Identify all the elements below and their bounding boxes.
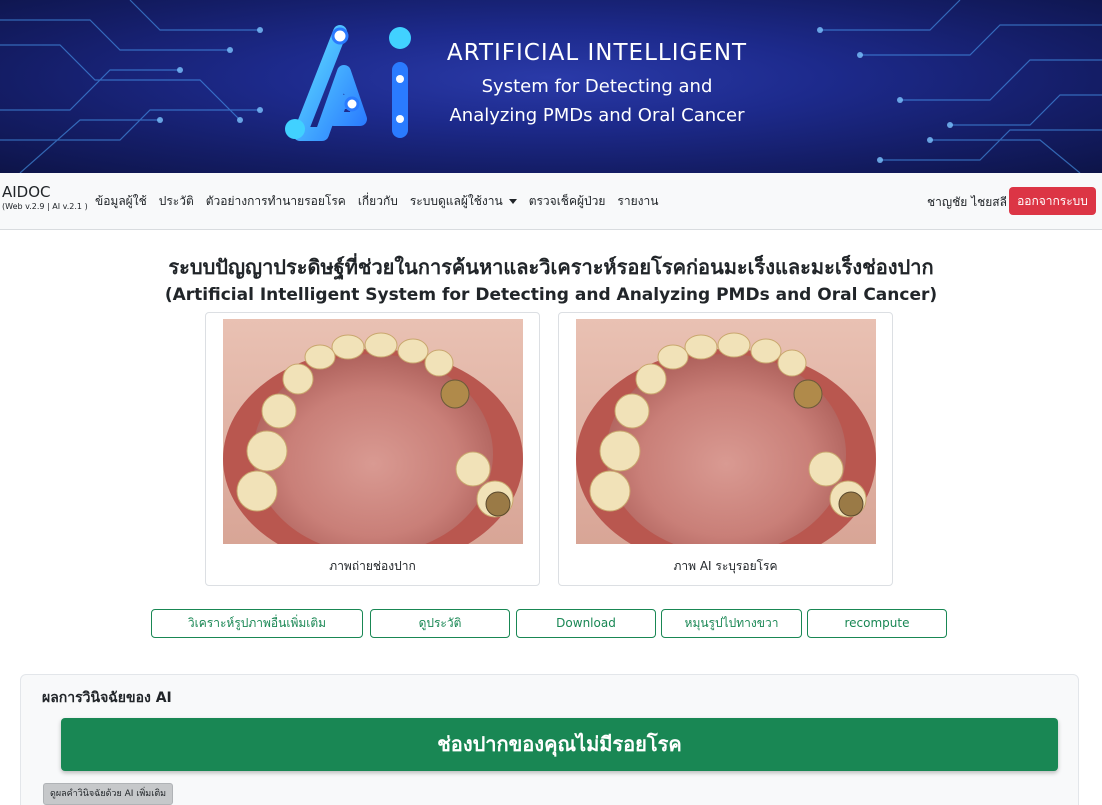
- header-banner: ARTIFICIAL INTELLIGENT System for Detect…: [0, 0, 1102, 173]
- image-caption-original: ภาพถ่ายช่องปาก: [329, 559, 416, 573]
- page-subtitle: (Artificial Intelligent System for Detec…: [164, 285, 938, 305]
- page-title: ระบบปัญญาประดิษฐ์ที่ช่วยในการค้นหาและวิเ…: [168, 255, 934, 279]
- nav-item-patient-check[interactable]: ตรวจเช็คผู้ป่วย: [529, 192, 606, 211]
- logout-button[interactable]: ออกจากระบบ: [1009, 187, 1096, 215]
- banner-title: ARTIFICIAL INTELLIGENT: [446, 40, 748, 66]
- nav-item-prediction-examples[interactable]: ตัวอย่างการทำนายรอยโรค: [206, 192, 346, 211]
- nav-item-report[interactable]: รายงาน: [617, 192, 658, 211]
- recompute-button[interactable]: recompute: [807, 609, 947, 638]
- image-caption-ai: ภาพ AI ระบุรอยโรค: [673, 559, 778, 573]
- nav-item-user-info[interactable]: ข้อมูลผู้ใช้: [95, 192, 147, 211]
- rotate-right-button[interactable]: หมุนรูปไปทางขวา: [661, 609, 802, 638]
- caret-down-icon: [508, 199, 517, 204]
- image-card-original: ภาพถ่ายช่องปาก: [205, 312, 540, 586]
- oral-photo-original[interactable]: [223, 319, 523, 544]
- result-title: ผลการวินิจฉัยของ AI: [42, 690, 172, 706]
- download-button[interactable]: Download: [516, 609, 656, 638]
- banner-subtitle-line1: System for Detecting and: [481, 76, 713, 97]
- oral-photo-ai[interactable]: [576, 319, 876, 544]
- user-name: ชาญชัย ไชยสลี: [927, 195, 1007, 209]
- brand-version: (Web v.2.9 | AI v.2.1 ): [2, 202, 88, 211]
- navbar: AIDOC (Web v.2.9 | AI v.2.1 ) ข้อมูลผู้ใ…: [0, 173, 1102, 230]
- banner-subtitle: System for Detecting and Analyzing PMDs …: [432, 72, 762, 130]
- nav-item-user-management-label: ระบบดูแลผู้ใช้งาน: [409, 194, 503, 208]
- brand[interactable]: AIDOC (Web v.2.9 | AI v.2.1 ): [2, 183, 88, 211]
- ai-result-panel: ผลการวินิจฉัยของ AI ช่องปากของคุณไม่มีรอ…: [20, 674, 1079, 805]
- nav-item-user-management[interactable]: ระบบดูแลผู้ใช้งาน: [410, 192, 517, 211]
- nav-item-about[interactable]: เกี่ยวกับ: [358, 192, 398, 211]
- banner-subtitle-line2: Analyzing PMDs and Oral Cancer: [449, 105, 745, 126]
- view-history-button[interactable]: ดูประวัติ: [370, 609, 510, 638]
- nav-item-history[interactable]: ประวัติ: [159, 192, 194, 211]
- image-card-ai: ภาพ AI ระบุรอยโรค: [558, 312, 893, 586]
- ai-logo: [285, 25, 411, 141]
- result-message: ช่องปากของคุณไม่มีรอยโรค: [61, 718, 1058, 771]
- more-ai-results-button[interactable]: ดูผลคำวินิจฉัยด้วย AI เพิ่มเติม: [43, 783, 174, 805]
- analyze-more-button[interactable]: วิเคราะห์รูปภาพอื่นเพิ่มเติม: [151, 609, 363, 638]
- nav-links: ข้อมูลผู้ใช้ ประวัติ ตัวอย่างการทำนายรอย…: [95, 192, 670, 211]
- brand-name[interactable]: AIDOC: [2, 183, 88, 201]
